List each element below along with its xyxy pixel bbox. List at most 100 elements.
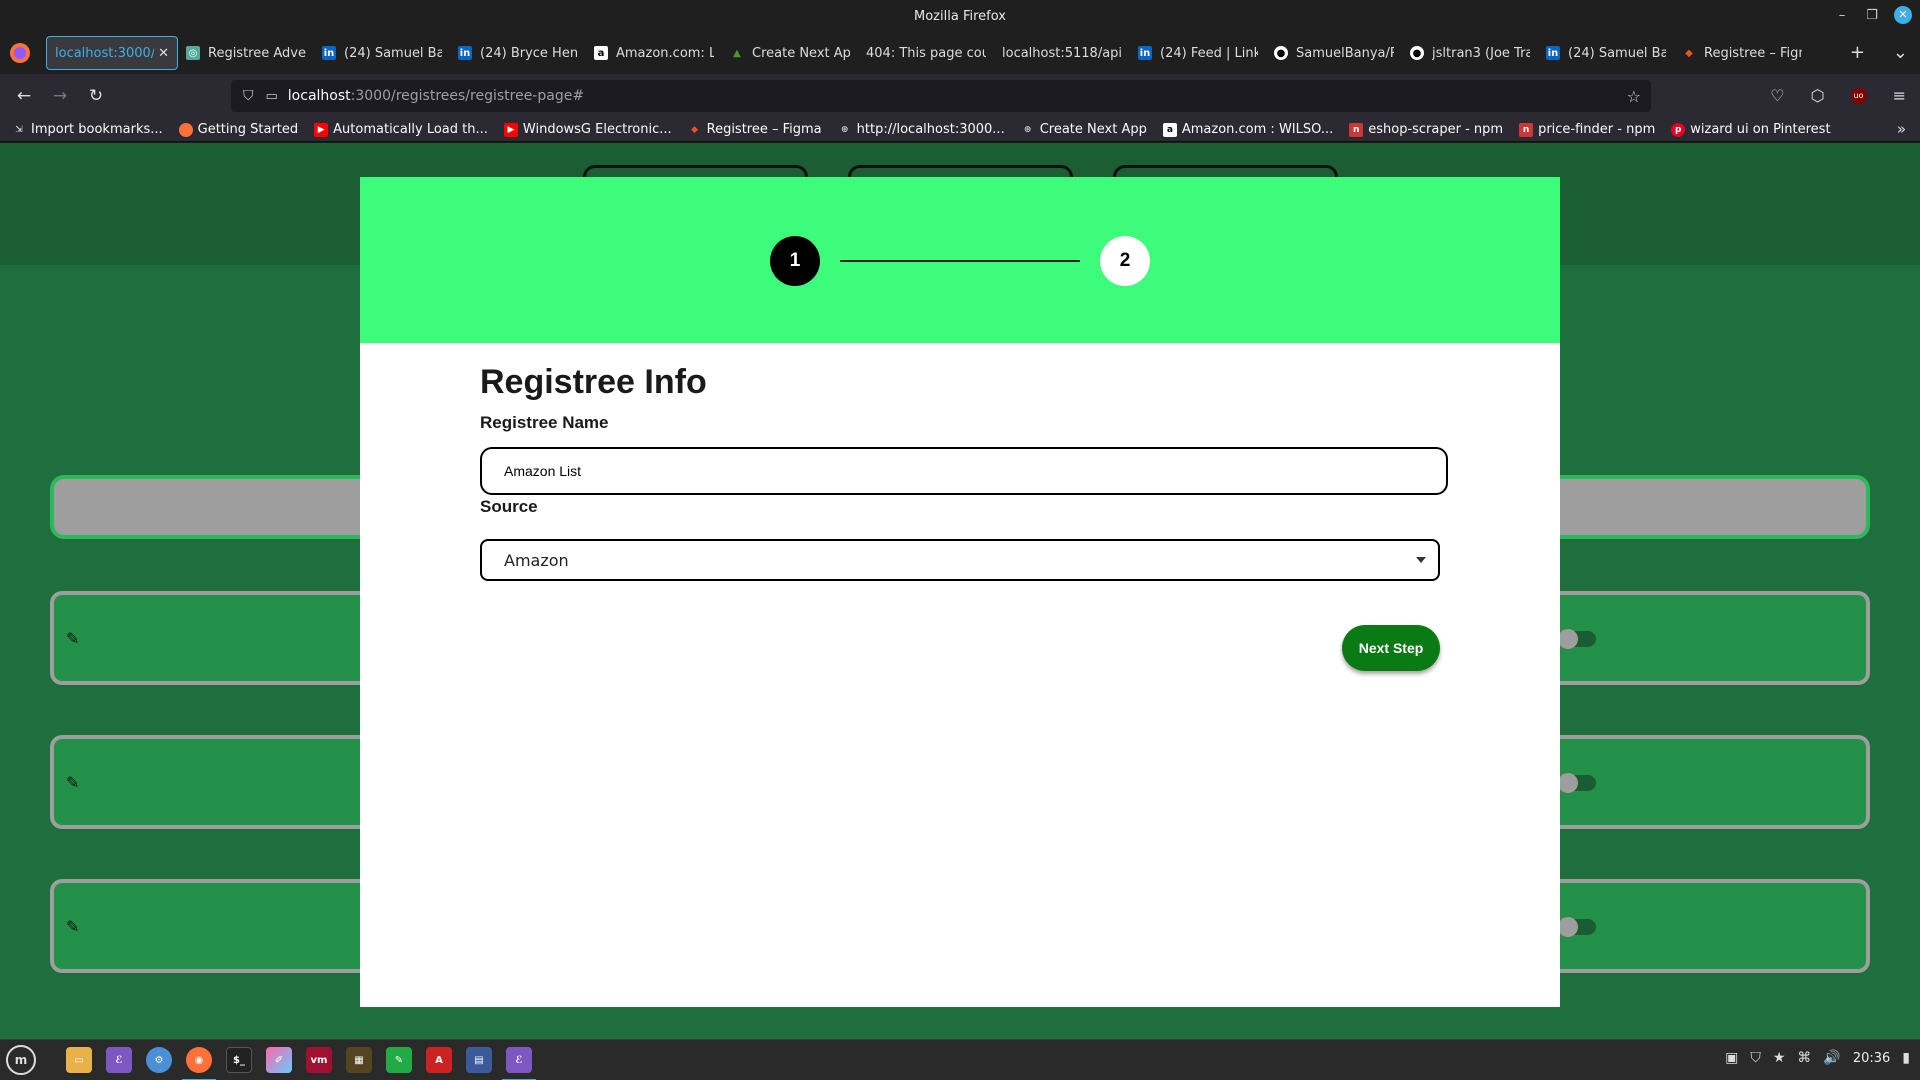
- maximize-icon[interactable]: ❐: [1864, 8, 1880, 23]
- star-icon[interactable]: ★: [1773, 1050, 1786, 1066]
- tab-7[interactable]: localhost:5118/api/: [994, 36, 1130, 70]
- bookmark-import[interactable]: ⇲ Import bookmarks...: [12, 122, 162, 137]
- tab-9[interactable]: ● SamuelBanya/Registree: [1266, 36, 1402, 70]
- window-title: Mozilla Firefox: [914, 8, 1006, 24]
- bookmark-getting-started[interactable]: Getting Started: [178, 122, 298, 137]
- edit-icon[interactable]: ✎: [66, 917, 79, 936]
- start-menu-icon[interactable]: m: [6, 1045, 36, 1075]
- tab-10[interactable]: ● jsltran3 (Joe Tran): [1402, 36, 1538, 70]
- drawing-icon[interactable]: ✐: [266, 1047, 292, 1073]
- tab-12[interactable]: ◆ Registree – Figma: [1674, 36, 1810, 70]
- tab-4[interactable]: a Amazon.com: Lists: [586, 36, 722, 70]
- import-icon: ⇲: [15, 124, 23, 135]
- bookmark-localhost[interactable]: ⊕ http://localhost:3000...: [838, 122, 1005, 137]
- tab-title: SamuelBanya/Registree: [1296, 45, 1394, 61]
- ublock-icon[interactable]: uo: [1850, 87, 1867, 104]
- bookmark-create-next-app[interactable]: ⊕ Create Next App: [1021, 122, 1147, 137]
- tab-1[interactable]: ◎ Registree Adventure: [178, 36, 314, 70]
- github-icon: ●: [1410, 46, 1424, 60]
- reload-icon[interactable]: ↻: [78, 86, 114, 106]
- tab-title: (24) Bryce Henderson: [480, 45, 578, 61]
- shield-icon[interactable]: ⛉: [1750, 1050, 1761, 1066]
- pdf-icon[interactable]: A: [426, 1047, 452, 1073]
- tab-6[interactable]: 404: This page could not be found: [858, 36, 994, 70]
- close-tab-icon[interactable]: ✕: [158, 46, 169, 61]
- network-icon[interactable]: ⌘: [1797, 1050, 1811, 1066]
- tab-5[interactable]: ▲ Create Next App: [722, 36, 858, 70]
- pencil-icon[interactable]: ✎: [386, 1047, 412, 1073]
- tab-title: (24) Samuel Banya: [344, 45, 442, 61]
- terminal-icon[interactable]: $_: [226, 1047, 252, 1073]
- emacs-icon[interactable]: ℰ: [502, 1047, 536, 1080]
- tab-title: localhost:3000/registrees/registree-page…: [55, 45, 155, 61]
- npm-icon: n: [1519, 122, 1534, 137]
- figma-icon: ◆: [691, 124, 699, 135]
- bookmark-label: Create Next App: [1039, 122, 1147, 137]
- back-icon[interactable]: ←: [6, 86, 42, 106]
- toggle-switch[interactable]: [1558, 917, 1596, 937]
- clipboard-icon[interactable]: ▣: [1725, 1050, 1738, 1066]
- emacs-icon[interactable]: ℰ: [106, 1047, 132, 1073]
- bookmark-label: http://localhost:3000...: [856, 122, 1005, 137]
- bookmark-youtube-1[interactable]: ▶ Automatically Load th...: [314, 122, 488, 137]
- list-tabs-icon[interactable]: ⌄: [1893, 42, 1908, 63]
- minimize-icon[interactable]: –: [1834, 8, 1850, 23]
- web-page: ✎ ✎ ✎ 1 2 Registree Info Registree Name …: [0, 143, 1920, 1039]
- dosbox-icon[interactable]: ▦: [346, 1047, 372, 1073]
- bookmark-label: price-finder - npm: [1538, 122, 1656, 137]
- tab-0[interactable]: localhost:3000/registrees/registree-page…: [46, 36, 178, 70]
- vmware-icon[interactable]: vm: [306, 1047, 332, 1073]
- firefox-icon: [178, 122, 193, 137]
- bookmark-amazon[interactable]: a Amazon.com : WILSO...: [1162, 122, 1333, 137]
- forward-icon[interactable]: →: [42, 86, 78, 106]
- page-info-icon[interactable]: ▭: [266, 89, 278, 104]
- step-2-indicator: 2: [1100, 236, 1150, 286]
- more-bookmarks-icon[interactable]: »: [1897, 120, 1906, 138]
- bookmark-eshop-scraper[interactable]: n eshop-scraper - npm: [1349, 122, 1503, 137]
- bookmark-figma[interactable]: ◆ Registree – Figma: [688, 122, 822, 137]
- toggle-switch[interactable]: [1558, 773, 1596, 793]
- tab-3[interactable]: in (24) Bryce Henderson: [450, 36, 586, 70]
- edit-icon[interactable]: ✎: [66, 773, 79, 792]
- registree-name-input[interactable]: [480, 447, 1448, 495]
- extensions-icon[interactable]: ⬡: [1811, 86, 1825, 105]
- bookmark-pinterest[interactable]: p wizard ui on Pinterest: [1671, 122, 1831, 137]
- tab-2[interactable]: in (24) Samuel Banya: [314, 36, 450, 70]
- pocket-icon[interactable]: ♡: [1770, 86, 1784, 105]
- linkedin-icon: in: [1138, 46, 1152, 60]
- url-bar[interactable]: ⛉ ▭ localhost:3000/registrees/registree-…: [231, 80, 1651, 112]
- edit-icon[interactable]: ✎: [66, 629, 79, 648]
- github-icon: ●: [1274, 46, 1288, 60]
- url-host: localhost: [287, 88, 351, 104]
- tab-11[interactable]: in (24) Samuel Banya: [1538, 36, 1674, 70]
- close-window-icon[interactable]: ✕: [1894, 6, 1912, 24]
- window-titlebar: Mozilla Firefox – ❐ ✕: [0, 0, 1920, 32]
- next-step-button[interactable]: Next Step: [1342, 625, 1440, 671]
- firefox-icon[interactable]: ◉: [182, 1047, 216, 1080]
- new-tab-icon[interactable]: +: [1850, 42, 1865, 63]
- volume-icon[interactable]: 🔊: [1823, 1050, 1840, 1066]
- firefox-menu-icon[interactable]: [8, 41, 32, 65]
- tracking-shield-icon[interactable]: ⛉: [243, 88, 254, 104]
- clock[interactable]: 20:36: [1853, 1051, 1890, 1066]
- system-tray: ▣ ⛉ ★ ⌘ 🔊 20:36 ▮: [1725, 1050, 1910, 1066]
- source-selected-value: Amazon: [504, 550, 569, 570]
- source-select[interactable]: Amazon: [480, 539, 1440, 581]
- tab-title: Registree – Figma: [1704, 45, 1802, 61]
- taskbar-apps: ▭ ℰ ⚙ ◉ $_ ✐ vm ▦ ✎ A ▤ ℰ: [66, 1047, 536, 1080]
- bookmark-youtube-2[interactable]: ▶ WindowsG Electronic...: [503, 122, 672, 137]
- navigation-bar: ← → ↻ ⛉ ▭ localhost:3000/registrees/regi…: [0, 74, 1920, 118]
- url-path: :3000/registrees/registree-page#: [350, 88, 585, 104]
- settings-icon[interactable]: ⚙: [146, 1047, 172, 1073]
- youtube-icon: ▶: [314, 122, 329, 137]
- tab-8[interactable]: in (24) Feed | LinkedIn: [1130, 36, 1266, 70]
- bookmark-price-finder[interactable]: n price-finder - npm: [1519, 122, 1655, 137]
- show-desktop-icon[interactable]: ▮: [1902, 1050, 1910, 1066]
- globe-icon: ⊕: [840, 124, 849, 135]
- kanban-icon[interactable]: ▤: [466, 1047, 492, 1073]
- bookmark-star-icon[interactable]: ☆: [1627, 87, 1641, 106]
- toggle-switch[interactable]: [1558, 629, 1596, 649]
- toolbar-actions: ♡ ⬡ uo ≡: [1770, 86, 1906, 105]
- app-menu-icon[interactable]: ≡: [1893, 86, 1906, 105]
- files-icon[interactable]: ▭: [66, 1047, 92, 1073]
